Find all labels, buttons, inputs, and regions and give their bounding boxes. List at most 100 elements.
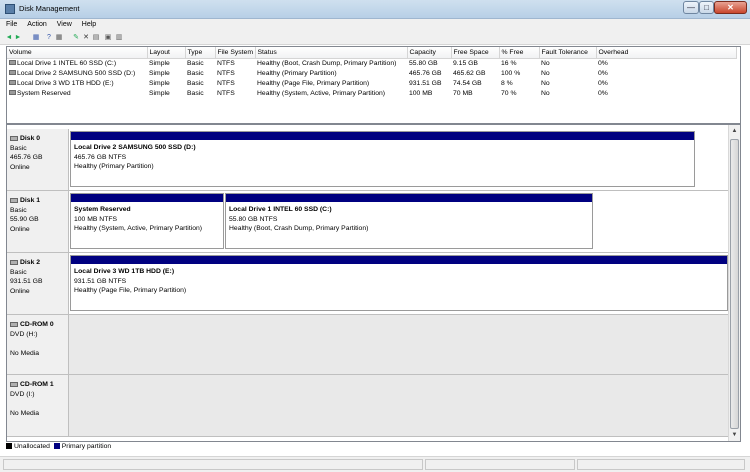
volume-type: Basic xyxy=(187,59,204,67)
disk-row-cdrom-0[interactable]: CD-ROM 0 DVD (H:) No Media xyxy=(7,315,729,375)
disk-row-disk-1[interactable]: Disk 1 Basic 55.90 GB Online System Rese… xyxy=(7,191,729,253)
partition-fs: 100 MB NTFS xyxy=(74,215,118,223)
disk-row-disk-0[interactable]: Disk 0 Basic 465.76 GB Online Local Driv… xyxy=(7,129,729,191)
export-list-icon[interactable]: ▤ xyxy=(92,34,100,42)
volume-name: Local Drive 2 SAMSUNG 500 SSD (D:) xyxy=(17,69,136,77)
disk-row-disk-2[interactable]: Disk 2 Basic 931.51 GB Online Local Driv… xyxy=(7,253,729,315)
column-header-capacity[interactable]: Capacity xyxy=(407,47,452,59)
disk-media: No Media xyxy=(10,349,40,357)
disk-type: Basic xyxy=(10,144,27,152)
disk-label[interactable]: Disk 0 Basic 465.76 GB Online xyxy=(7,129,69,190)
scroll-down-arrow-icon[interactable]: ▼ xyxy=(729,429,740,441)
primary-partition-bar xyxy=(226,194,592,202)
scroll-thumb[interactable] xyxy=(730,139,739,429)
column-header-fault-tolerance[interactable]: Fault Tolerance xyxy=(539,47,597,59)
volume-status: Healthy (Primary Partition) xyxy=(257,69,337,77)
volume-icon xyxy=(9,60,16,66)
empty-drive-area xyxy=(69,375,729,436)
volume-name: System Reserved xyxy=(17,89,71,97)
unallocated-swatch xyxy=(6,443,12,450)
settings-icon[interactable]: ▥ xyxy=(115,34,123,42)
volume-file-system: NTFS xyxy=(217,89,235,97)
rescan-disks-icon[interactable]: ▣ xyxy=(104,34,112,42)
hard-disk-icon xyxy=(10,259,18,265)
title-bar: Disk Management — □ ✕ xyxy=(0,0,750,19)
disk-label[interactable]: Disk 2 Basic 931.51 GB Online xyxy=(7,253,69,314)
volume-layout: Simple xyxy=(149,79,170,87)
menu-file[interactable]: File xyxy=(0,19,21,28)
legend-primary: Primary partition xyxy=(61,443,112,450)
volume-capacity: 465.76 GB xyxy=(409,69,442,77)
empty-drive-area xyxy=(69,315,729,374)
volume-icon xyxy=(9,90,16,96)
back-icon[interactable]: ◄ xyxy=(5,34,13,42)
volume-capacity: 55.80 GB xyxy=(409,59,438,67)
partition-name: Local Drive 1 INTEL 60 SSD (C:) xyxy=(229,206,332,213)
scroll-up-arrow-icon[interactable]: ▲ xyxy=(729,125,740,137)
volume-fault-tolerance: No xyxy=(541,69,550,77)
column-header-file-system[interactable]: File System xyxy=(215,47,256,59)
table-row[interactable]: Local Drive 2 SAMSUNG 500 SSD (D:) Simpl… xyxy=(7,68,736,78)
column-header-overhead[interactable]: Overhead xyxy=(596,47,737,59)
volume-capacity: 100 MB xyxy=(409,89,433,97)
table-row[interactable]: Local Drive 1 INTEL 60 SSD (C:) Simple B… xyxy=(7,58,736,68)
disk-type: DVD (H:) xyxy=(10,330,38,338)
volume-layout: Simple xyxy=(149,59,170,67)
partition-block[interactable]: Local Drive 3 WD 1TB HDD (E:) 931.51 GB … xyxy=(70,255,728,311)
toolbar: ◄ ► ▦ ? ▦ ✎ ✕ ▤ ▣ ▥ xyxy=(0,32,750,45)
disk-label[interactable]: CD-ROM 0 DVD (H:) No Media xyxy=(7,315,69,374)
menu-view[interactable]: View xyxy=(51,19,76,28)
table-row[interactable]: System Reserved Simple Basic NTFS Health… xyxy=(7,88,736,98)
column-header-volume[interactable]: Volume xyxy=(7,47,148,59)
properties-icon[interactable]: ▦ xyxy=(55,34,63,42)
disk-label[interactable]: CD-ROM 1 DVD (I:) No Media xyxy=(7,375,69,436)
primary-partition-bar xyxy=(71,194,223,202)
disk-status: Online xyxy=(10,225,30,233)
disk-media: No Media xyxy=(10,409,40,417)
forward-icon[interactable]: ► xyxy=(14,34,22,42)
column-header-percent-free[interactable]: % Free xyxy=(499,47,540,59)
volume-fault-tolerance: No xyxy=(541,79,550,87)
legend-unallocated: Unallocated xyxy=(14,443,50,450)
window-title: Disk Management xyxy=(19,4,80,13)
column-header-status[interactable]: Status xyxy=(255,47,408,59)
volume-free-space: 70 MB xyxy=(453,89,473,97)
optical-drive-icon xyxy=(10,321,18,327)
volume-free-space: 465.62 GB xyxy=(453,69,486,77)
partition-block[interactable]: Local Drive 1 INTEL 60 SSD (C:) 55.80 GB… xyxy=(225,193,593,249)
minimize-button[interactable]: — xyxy=(683,1,699,14)
disk-name: Disk 2 xyxy=(20,259,41,266)
partition-fs: 55.80 GB NTFS xyxy=(229,215,278,223)
volume-file-system: NTFS xyxy=(217,59,235,67)
volume-free-space: 74.54 GB xyxy=(453,79,482,87)
table-row[interactable]: Local Drive 3 WD 1TB HDD (E:) Simple Bas… xyxy=(7,78,736,88)
disk-type: DVD (I:) xyxy=(10,390,35,398)
column-header-layout[interactable]: Layout xyxy=(147,47,186,59)
delete-icon[interactable]: ✕ xyxy=(82,34,90,42)
primary-partition-bar xyxy=(71,256,727,264)
partition-block[interactable]: System Reserved 100 MB NTFS Healthy (Sys… xyxy=(70,193,224,249)
column-header-type[interactable]: Type xyxy=(185,47,216,59)
column-header-free-space[interactable]: Free Space xyxy=(451,47,500,59)
volume-status: Healthy (System, Active, Primary Partiti… xyxy=(257,89,386,97)
volume-type: Basic xyxy=(187,69,204,77)
volume-capacity: 931.51 GB xyxy=(409,79,442,87)
menu-help[interactable]: Help xyxy=(76,19,100,28)
close-button[interactable]: ✕ xyxy=(714,1,747,14)
volume-layout: Simple xyxy=(149,69,170,77)
menu-action[interactable]: Action xyxy=(21,19,50,28)
partition-block[interactable]: Local Drive 2 SAMSUNG 500 SSD (D:) 465.7… xyxy=(70,131,695,187)
volume-percent-free: 8 % xyxy=(501,79,513,87)
refresh-icon[interactable]: ✎ xyxy=(72,34,80,42)
volume-file-system: NTFS xyxy=(217,69,235,77)
disk-label[interactable]: Disk 1 Basic 55.90 GB Online xyxy=(7,191,69,252)
show-hide-console-tree-icon[interactable]: ▦ xyxy=(32,34,40,42)
disk-size: 931.51 GB xyxy=(10,278,43,285)
vertical-scrollbar[interactable]: ▲ ▼ xyxy=(728,125,740,441)
volume-name: Local Drive 3 WD 1TB HDD (E:) xyxy=(17,79,114,87)
status-pane-main xyxy=(3,459,423,470)
disk-row-cdrom-1[interactable]: CD-ROM 1 DVD (I:) No Media xyxy=(7,375,729,437)
help-icon[interactable]: ? xyxy=(45,34,53,42)
volume-icon xyxy=(9,70,16,76)
maximize-button[interactable]: □ xyxy=(699,1,714,14)
